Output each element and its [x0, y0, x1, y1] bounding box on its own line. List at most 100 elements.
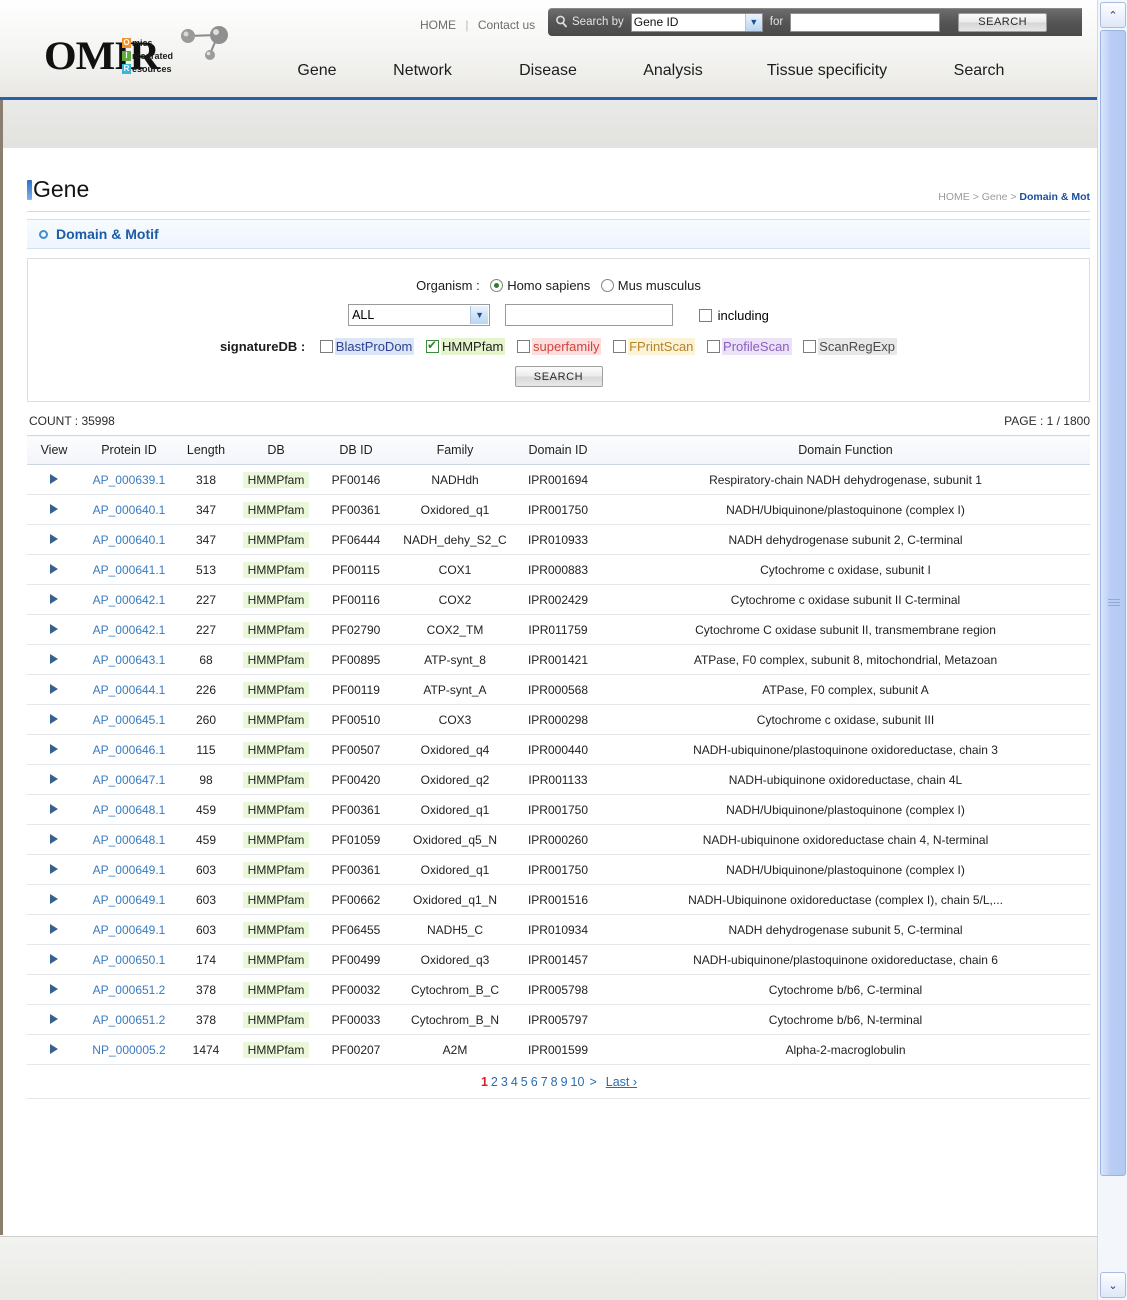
home-link[interactable]: HOME	[420, 18, 456, 32]
nav-item-disease[interactable]: Disease	[485, 62, 611, 80]
protein-id-link[interactable]: AP_000645.1	[93, 713, 166, 727]
protein-id-link[interactable]: AP_000641.1	[93, 563, 166, 577]
pagination-page-3[interactable]: 3	[500, 1075, 509, 1089]
cell-view[interactable]	[27, 824, 81, 855]
cell-view[interactable]	[27, 1004, 81, 1035]
expand-row-icon[interactable]	[50, 533, 58, 544]
cell-view[interactable]	[27, 794, 81, 825]
scroll-down-button[interactable]: ⌄	[1100, 1272, 1126, 1298]
protein-id-link[interactable]: AP_000651.2	[93, 1013, 166, 1027]
expand-row-icon[interactable]	[50, 653, 58, 664]
site-logo[interactable]: OMIR O mics I ntegrated R esources	[44, 22, 244, 80]
cell-view[interactable]	[27, 524, 81, 555]
expand-row-icon[interactable]	[50, 863, 58, 874]
protein-id-link[interactable]: AP_000649.1	[93, 893, 166, 907]
expand-row-icon[interactable]	[50, 593, 58, 604]
protein-id-link[interactable]: AP_000649.1	[93, 923, 166, 937]
cell-view[interactable]	[27, 644, 81, 675]
cell-view[interactable]	[27, 494, 81, 525]
scroll-up-button[interactable]: ⌃	[1100, 2, 1126, 28]
cell-view[interactable]	[27, 884, 81, 915]
protein-id-link[interactable]: AP_000644.1	[93, 683, 166, 697]
col-header-db-id[interactable]: DB ID	[317, 435, 395, 465]
expand-row-icon[interactable]	[50, 923, 58, 934]
expand-row-icon[interactable]	[50, 623, 58, 634]
checkbox-superfamily[interactable]	[517, 340, 531, 353]
expand-row-icon[interactable]	[50, 893, 58, 904]
expand-row-icon[interactable]	[50, 1013, 58, 1024]
cell-view[interactable]	[27, 674, 81, 705]
pagination-page-5[interactable]: 5	[520, 1075, 529, 1089]
pagination-page-2[interactable]: 2	[490, 1075, 499, 1089]
pagination-page-4[interactable]: 4	[510, 1075, 519, 1089]
contact-us-link[interactable]: Contact us	[478, 18, 535, 32]
cell-view[interactable]	[27, 704, 81, 735]
checkbox-including[interactable]	[698, 308, 712, 322]
expand-row-icon[interactable]	[50, 803, 58, 814]
radio-homo-sapiens[interactable]	[490, 279, 504, 292]
protein-id-link[interactable]: AP_000642.1	[93, 623, 166, 637]
protein-id-link[interactable]: AP_000646.1	[93, 743, 166, 757]
checkbox-profilescan[interactable]	[707, 340, 721, 353]
protein-id-link[interactable]: AP_000649.1	[93, 863, 166, 877]
cell-view[interactable]	[27, 464, 81, 495]
col-header-db[interactable]: DB	[235, 435, 317, 465]
pagination-page-7[interactable]: 7	[540, 1075, 549, 1089]
protein-id-link[interactable]: AP_000640.1	[93, 503, 166, 517]
cell-view[interactable]	[27, 854, 81, 885]
expand-row-icon[interactable]	[50, 773, 58, 784]
expand-row-icon[interactable]	[50, 713, 58, 724]
cell-view[interactable]	[27, 764, 81, 795]
cell-view[interactable]	[27, 584, 81, 615]
cell-view[interactable]	[27, 614, 81, 645]
breadcrumb-gene[interactable]: Gene	[982, 191, 1008, 203]
nav-item-search[interactable]: Search	[919, 62, 1039, 80]
radio-mus-musculus[interactable]	[600, 279, 614, 292]
expand-row-icon[interactable]	[50, 1043, 58, 1054]
checkbox-fprintscan[interactable]	[613, 340, 627, 353]
expand-row-icon[interactable]	[50, 683, 58, 694]
cell-view[interactable]	[27, 1034, 81, 1065]
nav-item-gene[interactable]: Gene	[274, 62, 360, 80]
field-select[interactable]: ALL	[348, 304, 491, 326]
protein-id-link[interactable]: NP_000005.2	[92, 1043, 165, 1057]
keyword-input[interactable]	[504, 304, 673, 326]
col-header-view[interactable]: View	[27, 435, 81, 465]
col-header-length[interactable]: Length	[177, 435, 235, 465]
global-search-button[interactable]: SEARCH	[958, 12, 1048, 32]
checkbox-hmmpfam[interactable]	[426, 338, 439, 353]
protein-id-link[interactable]: AP_000648.1	[93, 833, 166, 847]
checkbox-scanregexp[interactable]	[803, 340, 817, 353]
col-header-domain-function[interactable]: Domain Function	[601, 435, 1090, 465]
expand-row-icon[interactable]	[50, 953, 58, 964]
col-header-family[interactable]: Family	[395, 435, 515, 465]
protein-id-link[interactable]: AP_000640.1	[93, 533, 166, 547]
protein-id-link[interactable]: AP_000648.1	[93, 803, 166, 817]
search-type-select[interactable]: Gene ID	[630, 12, 763, 32]
cell-view[interactable]	[27, 914, 81, 945]
expand-row-icon[interactable]	[50, 503, 58, 514]
expand-row-icon[interactable]	[50, 743, 58, 754]
col-header-domain-id[interactable]: Domain ID	[515, 435, 601, 465]
checkbox-blastprodom[interactable]	[319, 340, 333, 353]
nav-item-network[interactable]: Network	[360, 62, 485, 80]
protein-id-link[interactable]: AP_000647.1	[93, 773, 166, 787]
protein-id-link[interactable]: AP_000650.1	[93, 953, 166, 967]
expand-row-icon[interactable]	[50, 473, 58, 484]
protein-id-link[interactable]: AP_000643.1	[93, 653, 166, 667]
protein-id-link[interactable]: AP_000651.2	[93, 983, 166, 997]
expand-row-icon[interactable]	[50, 563, 58, 574]
pagination-page-6[interactable]: 6	[530, 1075, 539, 1089]
expand-row-icon[interactable]	[50, 983, 58, 994]
pagination-last-link[interactable]: Last ›	[606, 1075, 637, 1089]
pagination-page-8[interactable]: 8	[550, 1075, 559, 1089]
nav-item-analysis[interactable]: Analysis	[611, 62, 735, 80]
global-search-input[interactable]	[790, 12, 941, 32]
pagination-page-9[interactable]: 9	[560, 1075, 569, 1089]
nav-item-tissue-specificity[interactable]: Tissue specificity	[735, 62, 919, 80]
breadcrumb-home[interactable]: HOME	[938, 191, 970, 203]
pagination-page-10[interactable]: 10	[570, 1075, 586, 1089]
protein-id-link[interactable]: AP_000642.1	[93, 593, 166, 607]
pagination-next-icon[interactable]: >	[589, 1075, 596, 1089]
vertical-scrollbar[interactable]: ⌃ ⌄	[1097, 0, 1127, 1300]
